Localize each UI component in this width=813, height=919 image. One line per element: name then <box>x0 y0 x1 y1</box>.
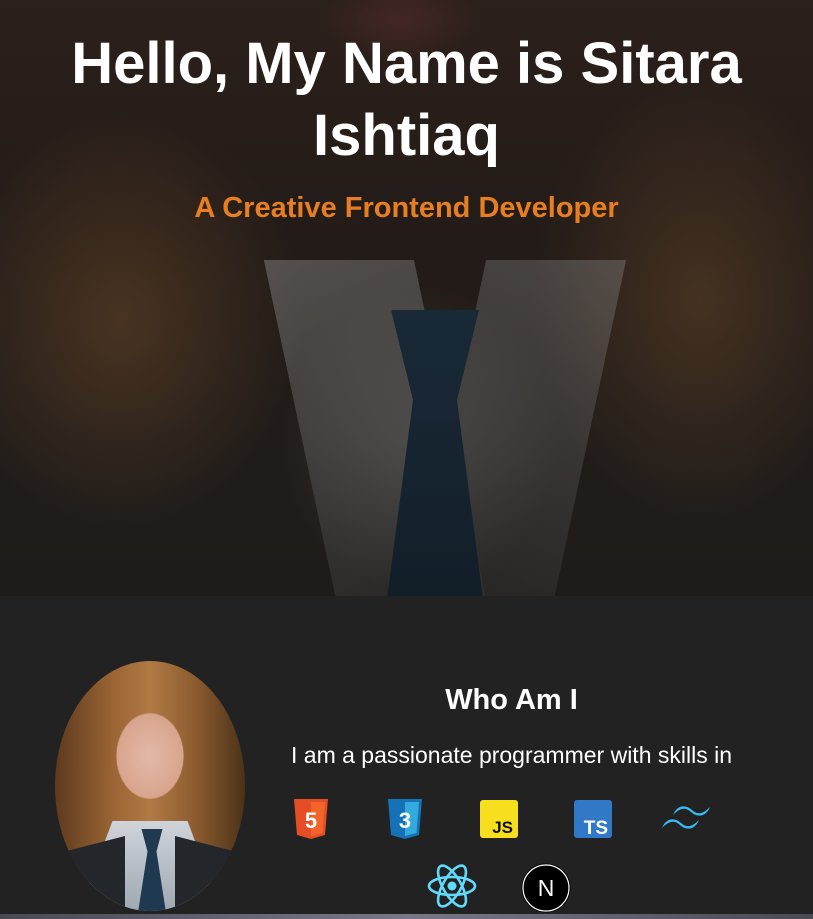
hero-subtitle: A Creative Frontend Developer <box>194 192 619 224</box>
svg-text:5: 5 <box>305 808 317 833</box>
html5-icon: 5 <box>292 798 330 840</box>
react-icon <box>426 862 478 910</box>
typescript-icon: TS <box>574 800 612 838</box>
hero-title: Hello, My Name is Sitara Ishtiaq <box>71 31 742 168</box>
tailwind-icon <box>660 804 712 836</box>
svg-text:JS: JS <box>492 818 513 837</box>
javascript-icon: JS <box>480 800 518 838</box>
profile-avatar <box>55 661 245 911</box>
about-text: I am a passionate programmer with skills… <box>291 742 732 768</box>
next-section-edge <box>0 914 813 919</box>
svg-text:3: 3 <box>399 808 411 833</box>
svg-text:TS: TS <box>584 818 608 838</box>
svg-text:N: N <box>538 875 555 901</box>
hero-section: Hello, My Name is Sitara Ishtiaq A Creat… <box>0 0 813 596</box>
about-title: Who Am I <box>445 684 578 716</box>
css3-icon: 3 <box>386 798 424 840</box>
nextjs-icon: N <box>521 863 571 913</box>
